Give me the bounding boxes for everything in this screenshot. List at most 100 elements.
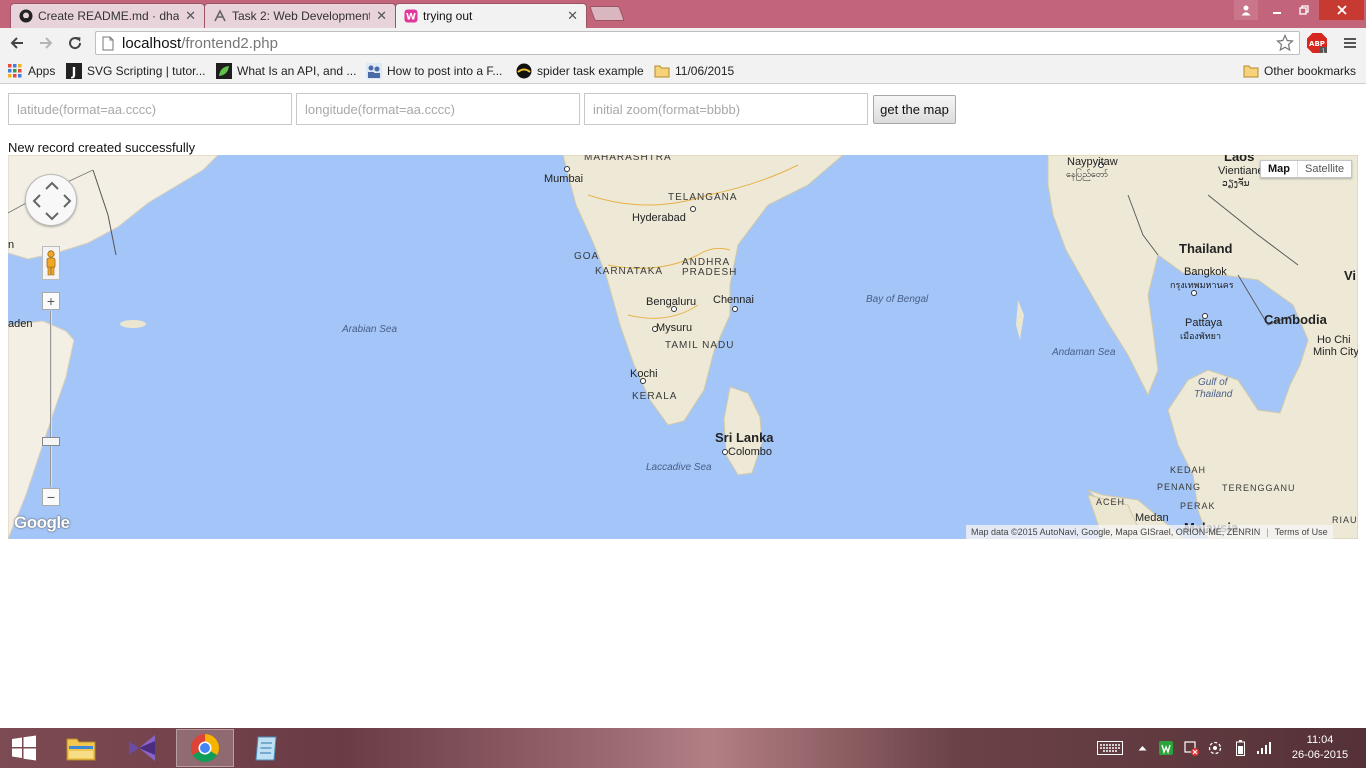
tab-trying-out[interactable]: W trying out ✕ <box>395 3 587 28</box>
bookmarks-bar: Apps J SVG Scripting | tutor... What Is … <box>0 58 1366 84</box>
leaf-icon <box>216 63 232 79</box>
script-icon <box>213 9 227 23</box>
bookmark-label: How to post into a F... <box>387 64 503 78</box>
minimize-icon[interactable] <box>1264 0 1290 20</box>
close-tab-icon[interactable]: ✕ <box>185 8 196 24</box>
map-label-aceh: ACEH <box>1096 497 1126 507</box>
wifi-signal-icon[interactable] <box>1255 740 1273 756</box>
google-map[interactable]: MAHARASHTRA Mumbai TELANGANA Hyderabad G… <box>8 155 1358 539</box>
zoom-slider-track[interactable] <box>50 311 52 487</box>
address-bar[interactable]: localhost/frontend2.php <box>95 31 1300 55</box>
bookmark-apps[interactable]: Apps <box>7 62 55 80</box>
map-type-control: Map Satellite <box>1260 160 1353 178</box>
network-warning-icon[interactable] <box>1182 740 1200 756</box>
system-clock[interactable]: 11:04 26-06-2015 <box>1284 733 1356 763</box>
new-tab-button[interactable] <box>589 6 625 21</box>
file-explorer-icon[interactable] <box>52 729 110 767</box>
url-path: /frontend2.php <box>181 34 278 52</box>
page-icon <box>102 36 114 51</box>
map-label-naypyitaw: Naypyitaw <box>1067 156 1118 168</box>
pan-down-icon <box>45 212 59 221</box>
map-label-perak: PERAK <box>1180 501 1216 511</box>
map-label-minh-city: Minh City <box>1313 346 1358 358</box>
clock-time: 11:04 <box>1306 734 1334 746</box>
google-logo[interactable]: Google <box>14 513 70 533</box>
map-marker-hyderabad <box>690 206 696 212</box>
zoom-out-button[interactable]: − <box>42 488 60 506</box>
map-label-karnataka: KARNATAKA <box>595 266 664 277</box>
map-pan-control[interactable] <box>25 174 77 226</box>
map-type-map-button[interactable]: Map <box>1261 161 1298 177</box>
tab-create-readme[interactable]: Create README.md · dhar ✕ <box>10 3 205 28</box>
folder-icon <box>654 63 670 79</box>
map-label-mumbai: Mumbai <box>544 173 584 185</box>
close-tab-icon[interactable]: ✕ <box>567 8 578 24</box>
show-hidden-icons-icon[interactable] <box>1135 740 1149 756</box>
bookmark-folder-11-06-2015[interactable]: 11/06/2015 <box>654 62 734 80</box>
map-marker-chennai <box>732 306 738 312</box>
back-arrow-icon[interactable] <box>6 32 28 54</box>
windows-start-icon[interactable] <box>0 729 48 767</box>
map-label-kochi: Kochi <box>630 368 658 380</box>
map-label-pattaya-local: เมืองพัทยา <box>1180 331 1222 341</box>
zoom-input[interactable] <box>584 93 868 125</box>
map-label-thailand: Thailand <box>1179 241 1233 256</box>
adblock-plus-icon[interactable]: ABP 1 <box>1306 32 1328 54</box>
chrome-icon[interactable] <box>176 729 234 767</box>
bookmark-how-to-post[interactable]: How to post into a F... <box>366 62 502 80</box>
bookmark-what-is-api[interactable]: What Is an API, and ... <box>216 62 356 80</box>
reload-icon[interactable] <box>64 32 86 54</box>
map-label-bengaluru: Bengaluru <box>646 296 697 308</box>
other-bookmarks-label: Other bookmarks <box>1264 64 1357 78</box>
get-the-map-button[interactable]: get the map <box>873 95 956 124</box>
j-icon: J <box>66 63 82 79</box>
map-label-vi: Vi <box>1344 268 1357 283</box>
zoom-in-button[interactable]: + <box>42 292 60 310</box>
restore-icon[interactable] <box>1291 0 1317 20</box>
latitude-input[interactable] <box>8 93 292 125</box>
map-label-penang: PENANG <box>1157 482 1202 492</box>
map-label-bay-of-bengal: Bay of Bengal <box>866 294 929 305</box>
map-label-gulf-thailand: Thailand <box>1194 389 1233 400</box>
terms-of-use-link[interactable]: Terms of Use <box>1275 527 1328 537</box>
close-tab-icon[interactable]: ✕ <box>376 8 387 24</box>
map-label-medan: Medan <box>1135 512 1169 524</box>
bookmark-spider-task[interactable]: spider task example <box>516 62 644 80</box>
close-window-icon[interactable] <box>1319 0 1364 20</box>
map-label-terengganu: TERENGGANU <box>1222 483 1296 493</box>
bookmark-star-icon[interactable] <box>1274 32 1296 54</box>
notepad-icon[interactable] <box>238 729 296 767</box>
bookmark-label: spider task example <box>537 64 644 78</box>
svg-text:W: W <box>406 13 416 23</box>
zoom-slider-handle[interactable] <box>42 437 60 446</box>
visual-studio-icon[interactable] <box>114 729 172 767</box>
bookmark-label: 11/06/2015 <box>675 64 735 78</box>
longitude-input[interactable] <box>296 93 580 125</box>
map-label-tamil-nadu: TAMIL NADU <box>665 340 735 351</box>
tab-title: Create README.md · dhar <box>38 9 180 23</box>
tab-title: trying out <box>423 9 473 23</box>
bookmark-svg-scripting[interactable]: J SVG Scripting | tutor... <box>66 62 206 80</box>
battery-icon[interactable] <box>1233 740 1247 756</box>
folder-icon <box>1243 63 1259 79</box>
forward-arrow-icon[interactable] <box>35 32 57 54</box>
map-label-telangana: TELANGANA <box>668 192 738 203</box>
map-type-satellite-button[interactable]: Satellite <box>1298 161 1351 177</box>
keyboard-icon[interactable] <box>1095 740 1125 756</box>
map-label-colombo: Colombo <box>728 446 773 458</box>
map-label-riau: RIAU <box>1332 515 1358 525</box>
bookmark-label: What Is an API, and ... <box>237 64 357 78</box>
map-attribution: Map data ©2015 AutoNavi, Google, Mapa GI… <box>966 525 1333 539</box>
tab-task-2[interactable]: Task 2: Web Development ✕ <box>204 3 396 28</box>
tab-strip: Create README.md · dhar ✕ Task 2: Web De… <box>0 0 1366 28</box>
map-label-bangkok-local: กรุงเทพมหานคร <box>1170 280 1234 290</box>
menu-icon[interactable] <box>1339 32 1361 54</box>
sync-icon[interactable] <box>1206 740 1224 756</box>
wamp-tray-icon[interactable] <box>1157 740 1175 756</box>
map-label-kedah: KEDAH <box>1170 465 1207 475</box>
other-bookmarks[interactable]: Other bookmarks <box>1243 62 1356 80</box>
svg-text:1: 1 <box>1322 49 1325 55</box>
user-profile-icon[interactable] <box>1234 0 1258 20</box>
map-label-kerala: KERALA <box>632 391 678 402</box>
street-view-pegman-icon[interactable] <box>42 246 60 280</box>
